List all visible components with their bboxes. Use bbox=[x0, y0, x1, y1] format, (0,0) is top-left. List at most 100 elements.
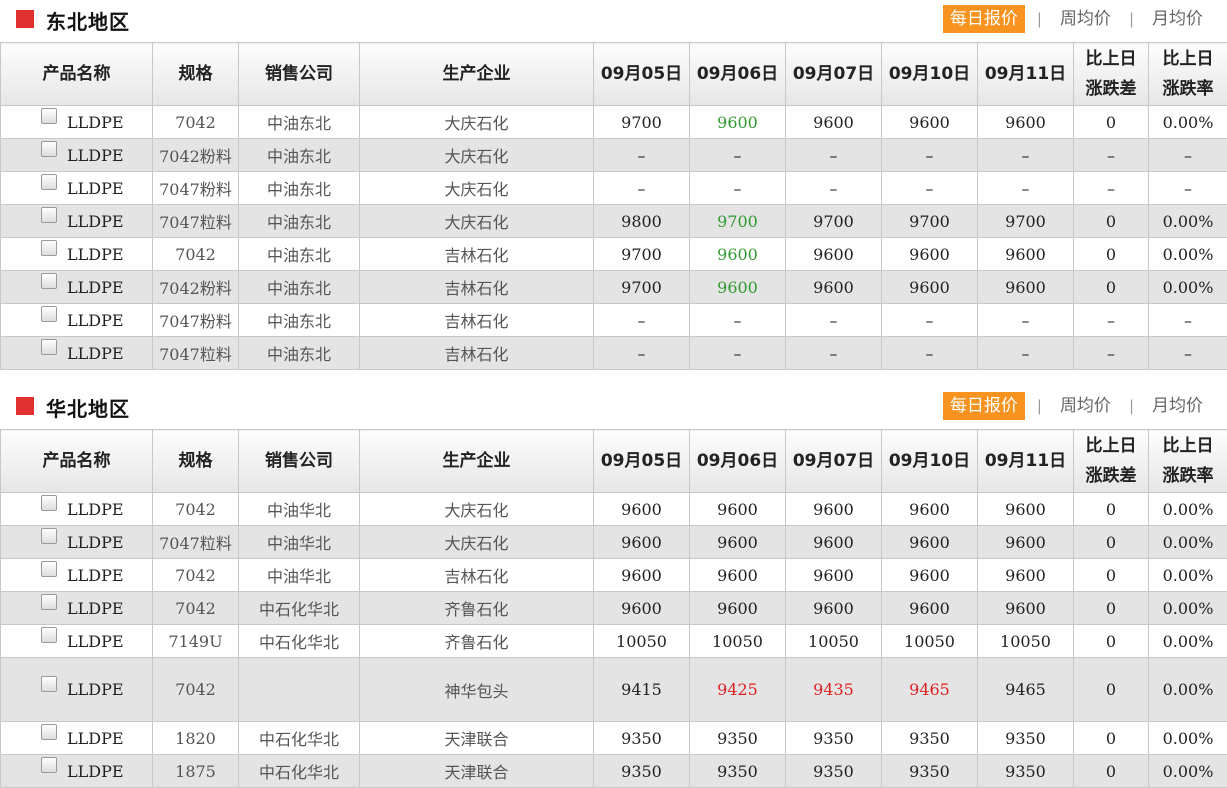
company-cell: 中油华北 bbox=[239, 526, 360, 559]
row-checkbox[interactable] bbox=[41, 306, 57, 322]
producer-cell: 齐鲁石化 bbox=[360, 625, 594, 658]
producer-cell: 齐鲁石化 bbox=[360, 592, 594, 625]
tab-daily-price[interactable]: 每日报价 bbox=[943, 5, 1025, 33]
price-cell: – bbox=[786, 139, 882, 172]
row-checkbox[interactable] bbox=[41, 108, 57, 124]
diff-cell: 0 bbox=[1074, 526, 1149, 559]
price-cell: 9600 bbox=[978, 106, 1074, 139]
price-cell: 9600 bbox=[882, 493, 978, 526]
product-cell: LLDPE bbox=[1, 526, 153, 559]
tab-monthly-average[interactable]: 月均价 bbox=[1146, 392, 1209, 420]
product-name: LLDPE bbox=[67, 566, 124, 585]
price-cell: – bbox=[786, 337, 882, 370]
tab-separator: | bbox=[1117, 5, 1146, 33]
row-checkbox[interactable] bbox=[41, 594, 57, 610]
rate-cell: 0.00% bbox=[1149, 526, 1227, 559]
price-cell: 9700 bbox=[594, 271, 690, 304]
tab-weekly-average[interactable]: 周均价 bbox=[1054, 5, 1117, 33]
row-checkbox[interactable] bbox=[41, 757, 57, 773]
diff-cell: 0 bbox=[1074, 592, 1149, 625]
price-cell: 9800 bbox=[594, 205, 690, 238]
product-cell: LLDPE bbox=[1, 106, 153, 139]
price-cell: – bbox=[978, 337, 1074, 370]
row-checkbox[interactable] bbox=[41, 273, 57, 289]
producer-cell: 天津联合 bbox=[360, 722, 594, 755]
row-checkbox[interactable] bbox=[41, 495, 57, 511]
row-checkbox[interactable] bbox=[41, 240, 57, 256]
company-cell: 中石化华北 bbox=[239, 592, 360, 625]
price-cell: 9350 bbox=[882, 722, 978, 755]
spec-cell: 7047粉料 bbox=[153, 172, 239, 205]
price-cell: 9600 bbox=[786, 271, 882, 304]
product-cell: LLDPE bbox=[1, 271, 153, 304]
company-cell: 中石化华北 bbox=[239, 625, 360, 658]
company-cell: 中油华北 bbox=[239, 559, 360, 592]
row-checkbox[interactable] bbox=[41, 724, 57, 740]
product-name: LLDPE bbox=[67, 212, 124, 231]
price-cell: 9600 bbox=[882, 526, 978, 559]
price-cell: – bbox=[594, 139, 690, 172]
row-checkbox[interactable] bbox=[41, 676, 57, 692]
col-header-producer: 生产企业 bbox=[360, 43, 594, 106]
price-cell: 9700 bbox=[690, 205, 786, 238]
row-checkbox[interactable] bbox=[41, 339, 57, 355]
price-cell: 9350 bbox=[786, 722, 882, 755]
tab-monthly-average[interactable]: 月均价 bbox=[1146, 5, 1209, 33]
row-checkbox[interactable] bbox=[41, 141, 57, 157]
rate-cell: 0.00% bbox=[1149, 722, 1227, 755]
price-cell: 9600 bbox=[882, 106, 978, 139]
section-title: 东北地区 bbox=[46, 6, 130, 35]
row-checkbox[interactable] bbox=[41, 207, 57, 223]
price-table: 产品名称 规格 销售公司 生产企业 09月05日 09月06日 09月07日 0… bbox=[0, 42, 1227, 370]
price-cell: – bbox=[690, 139, 786, 172]
price-cell: 9600 bbox=[690, 559, 786, 592]
row-checkbox[interactable] bbox=[41, 627, 57, 643]
row-checkbox[interactable] bbox=[41, 528, 57, 544]
product-cell: LLDPE bbox=[1, 658, 153, 722]
price-cell: – bbox=[978, 172, 1074, 205]
diff-cell: – bbox=[1074, 139, 1149, 172]
price-cell: 9600 bbox=[978, 526, 1074, 559]
spec-cell: 7047粒料 bbox=[153, 337, 239, 370]
col-header-date-1: 09月05日 bbox=[594, 43, 690, 106]
row-checkbox[interactable] bbox=[41, 561, 57, 577]
table-row: LLDPE 1875 中石化华北 天津联合 9350 9350 9350 935… bbox=[1, 755, 1227, 788]
table-row: LLDPE 7042 中油华北 吉林石化 9600 9600 9600 9600… bbox=[1, 559, 1227, 592]
product-name: LLDPE bbox=[67, 146, 124, 165]
product-name: LLDPE bbox=[67, 762, 124, 781]
price-cell: 10050 bbox=[594, 625, 690, 658]
table-row: LLDPE 7149U 中石化华北 齐鲁石化 10050 10050 10050… bbox=[1, 625, 1227, 658]
company-cell: 中油东北 bbox=[239, 172, 360, 205]
tab-daily-price[interactable]: 每日报价 bbox=[943, 392, 1025, 420]
row-checkbox[interactable] bbox=[41, 174, 57, 190]
price-cell: 9600 bbox=[594, 493, 690, 526]
price-cell: 9600 bbox=[786, 106, 882, 139]
price-cell: 9415 bbox=[594, 658, 690, 722]
tab-weekly-average[interactable]: 周均价 bbox=[1054, 392, 1117, 420]
price-cell: – bbox=[978, 139, 1074, 172]
spec-cell: 7042 bbox=[153, 238, 239, 271]
diff-cell: – bbox=[1074, 304, 1149, 337]
diff-cell: 0 bbox=[1074, 658, 1149, 722]
producer-cell: 大庆石化 bbox=[360, 205, 594, 238]
col-header-company: 销售公司 bbox=[239, 430, 360, 493]
price-cell: 9600 bbox=[978, 238, 1074, 271]
col-header-date-1: 09月05日 bbox=[594, 430, 690, 493]
rate-cell: 0.00% bbox=[1149, 559, 1227, 592]
tab-separator: | bbox=[1025, 5, 1054, 33]
product-cell: LLDPE bbox=[1, 172, 153, 205]
producer-cell: 吉林石化 bbox=[360, 559, 594, 592]
spec-cell: 7042粉料 bbox=[153, 139, 239, 172]
producer-cell: 吉林石化 bbox=[360, 238, 594, 271]
diff-cell: – bbox=[1074, 337, 1149, 370]
spec-cell: 7047粒料 bbox=[153, 205, 239, 238]
product-name: LLDPE bbox=[67, 245, 124, 264]
price-cell: 9425 bbox=[690, 658, 786, 722]
company-cell: 中油东北 bbox=[239, 205, 360, 238]
spec-cell: 1820 bbox=[153, 722, 239, 755]
table-row: LLDPE 1820 中石化华北 天津联合 9350 9350 9350 935… bbox=[1, 722, 1227, 755]
price-cell: 9600 bbox=[786, 559, 882, 592]
price-cell: 9600 bbox=[882, 592, 978, 625]
col-header-spec: 规格 bbox=[153, 43, 239, 106]
price-cell: 9350 bbox=[690, 755, 786, 788]
